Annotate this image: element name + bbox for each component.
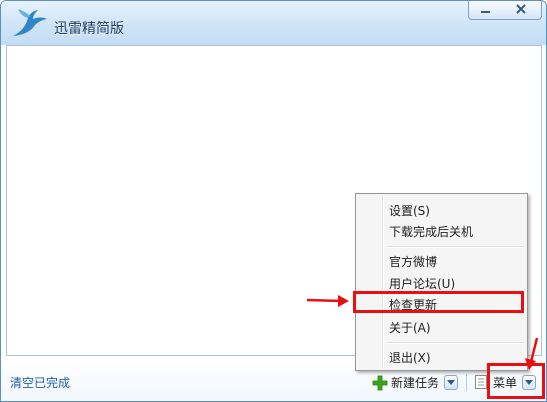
annotation-arrows: [306, 295, 539, 370]
arrow-to-menu-button: [525, 337, 539, 370]
arrow-to-check-update: [306, 295, 349, 307]
